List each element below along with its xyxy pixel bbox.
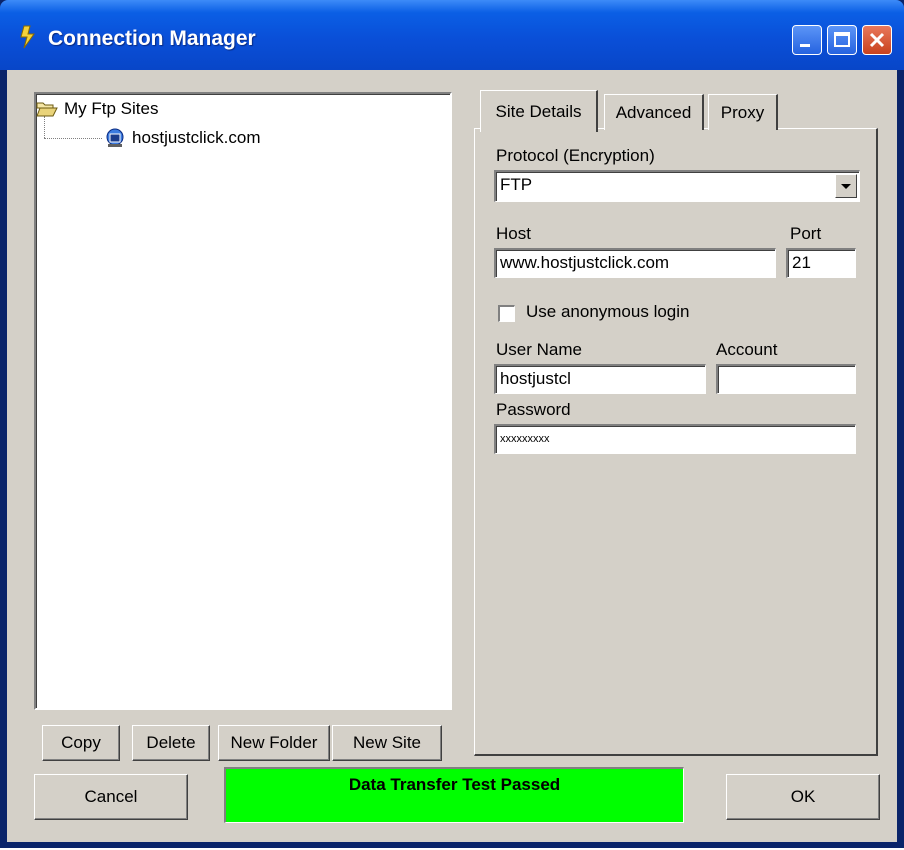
- close-button[interactable]: [862, 25, 892, 55]
- tree-site-item[interactable]: hostjustclick.com: [104, 127, 260, 149]
- tree-site-label: hostjustclick.com: [132, 128, 261, 147]
- host-input[interactable]: www.hostjustclick.com: [494, 248, 776, 278]
- account-label: Account: [716, 340, 778, 359]
- new-folder-button[interactable]: New Folder: [218, 725, 330, 761]
- protocol-select[interactable]: FTP: [494, 170, 860, 202]
- port-input[interactable]: 21: [786, 248, 856, 278]
- minimize-button[interactable]: [792, 25, 822, 55]
- tab-site-details[interactable]: Site Details: [480, 90, 598, 132]
- anonymous-login-checkbox[interactable]: [498, 305, 515, 322]
- host-label: Host: [496, 224, 531, 243]
- site-tree[interactable]: [34, 92, 452, 710]
- password-label: Password: [496, 400, 571, 419]
- cancel-button[interactable]: Cancel: [34, 774, 188, 820]
- username-input[interactable]: hostjustcl: [494, 364, 706, 394]
- maximize-button[interactable]: [827, 25, 857, 55]
- tab-advanced[interactable]: Advanced: [604, 94, 704, 130]
- title-bar[interactable]: Connection Manager: [0, 0, 904, 70]
- tab-proxy[interactable]: Proxy: [708, 94, 778, 130]
- maximize-icon: [834, 32, 850, 47]
- protocol-value: FTP: [500, 175, 533, 194]
- folder-open-icon: [36, 102, 58, 117]
- anonymous-login-label: Use anonymous login: [526, 302, 690, 321]
- chevron-down-icon: [841, 184, 851, 189]
- status-message: Data Transfer Test Passed: [224, 767, 684, 823]
- port-label: Port: [790, 224, 822, 243]
- copy-button[interactable]: Copy: [42, 725, 120, 761]
- ok-button[interactable]: OK: [726, 774, 880, 820]
- tree-connector: [44, 138, 102, 139]
- globe-site-icon: [106, 128, 124, 147]
- lightning-bolt-icon: [20, 25, 35, 49]
- account-input[interactable]: [716, 364, 856, 394]
- tree-root-item[interactable]: My Ftp Sites: [36, 98, 158, 120]
- delete-button[interactable]: Delete: [132, 725, 210, 761]
- username-label: User Name: [496, 340, 582, 359]
- close-icon: [869, 32, 885, 48]
- minimize-icon: [800, 44, 810, 47]
- dropdown-button[interactable]: [835, 174, 857, 198]
- password-input[interactable]: xxxxxxxxx: [494, 424, 856, 454]
- tree-root-label: My Ftp Sites: [64, 99, 159, 118]
- window-title: Connection Manager: [48, 27, 256, 50]
- new-site-button[interactable]: New Site: [332, 725, 442, 761]
- protocol-label: Protocol (Encryption): [496, 146, 655, 165]
